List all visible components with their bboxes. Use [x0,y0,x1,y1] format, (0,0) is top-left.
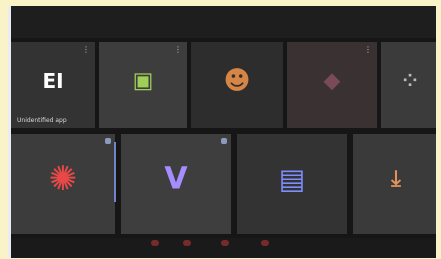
character-avatar-icon: ☻ [223,65,251,96]
app-window: EI Unidentified app ⋮ ▣ ⋮ ☻ ◆ ⋮ ⁘ ✺ V ▤ … [8,6,436,258]
app-tile-9[interactable]: ⤓ [353,134,436,234]
tile-row-top: EI Unidentified app ⋮ ▣ ⋮ ☻ ◆ ⋮ ⁘ [11,42,436,128]
red-logo-icon: ✺ [48,159,78,199]
tile-row-bottom: ✺ V ▤ ⤓ [11,134,436,234]
app-tile-7[interactable]: V [121,134,231,234]
app-tile-1[interactable]: EI Unidentified app ⋮ [11,42,95,128]
more-icon[interactable]: ⋮ [364,45,372,54]
app-tile-5[interactable]: ⁘ [381,42,436,128]
top-toolbar [11,6,436,38]
status-indicator [105,138,111,144]
more-icon[interactable]: ⋮ [174,45,182,54]
dark-app-icon: ◆ [323,68,341,94]
app-tile-2[interactable]: ▣ ⋮ [99,42,187,128]
red-indicator [261,240,269,246]
purple-v-icon: V [164,161,188,197]
red-indicator [221,240,229,246]
red-indicator [151,240,159,246]
app-tile-4[interactable]: ◆ ⋮ [287,42,377,128]
app-tile-8[interactable]: ▤ [237,134,347,234]
blue-app-icon: ▤ [278,162,306,196]
app-tile-6[interactable]: ✺ [11,134,115,234]
bottom-shelf [11,238,436,258]
dots-app-icon: ⁘ [402,70,418,92]
red-indicator [183,240,191,246]
app-tile-3[interactable]: ☻ [191,42,283,128]
green-app-icon: ▣ [132,68,154,94]
app-tile-label: Unidentified app [17,117,67,124]
more-icon[interactable]: ⋮ [82,45,90,54]
app-e-icon: EI [42,68,64,93]
download-icon: ⤓ [391,166,401,192]
status-indicator [221,138,227,144]
focus-divider [114,142,116,202]
